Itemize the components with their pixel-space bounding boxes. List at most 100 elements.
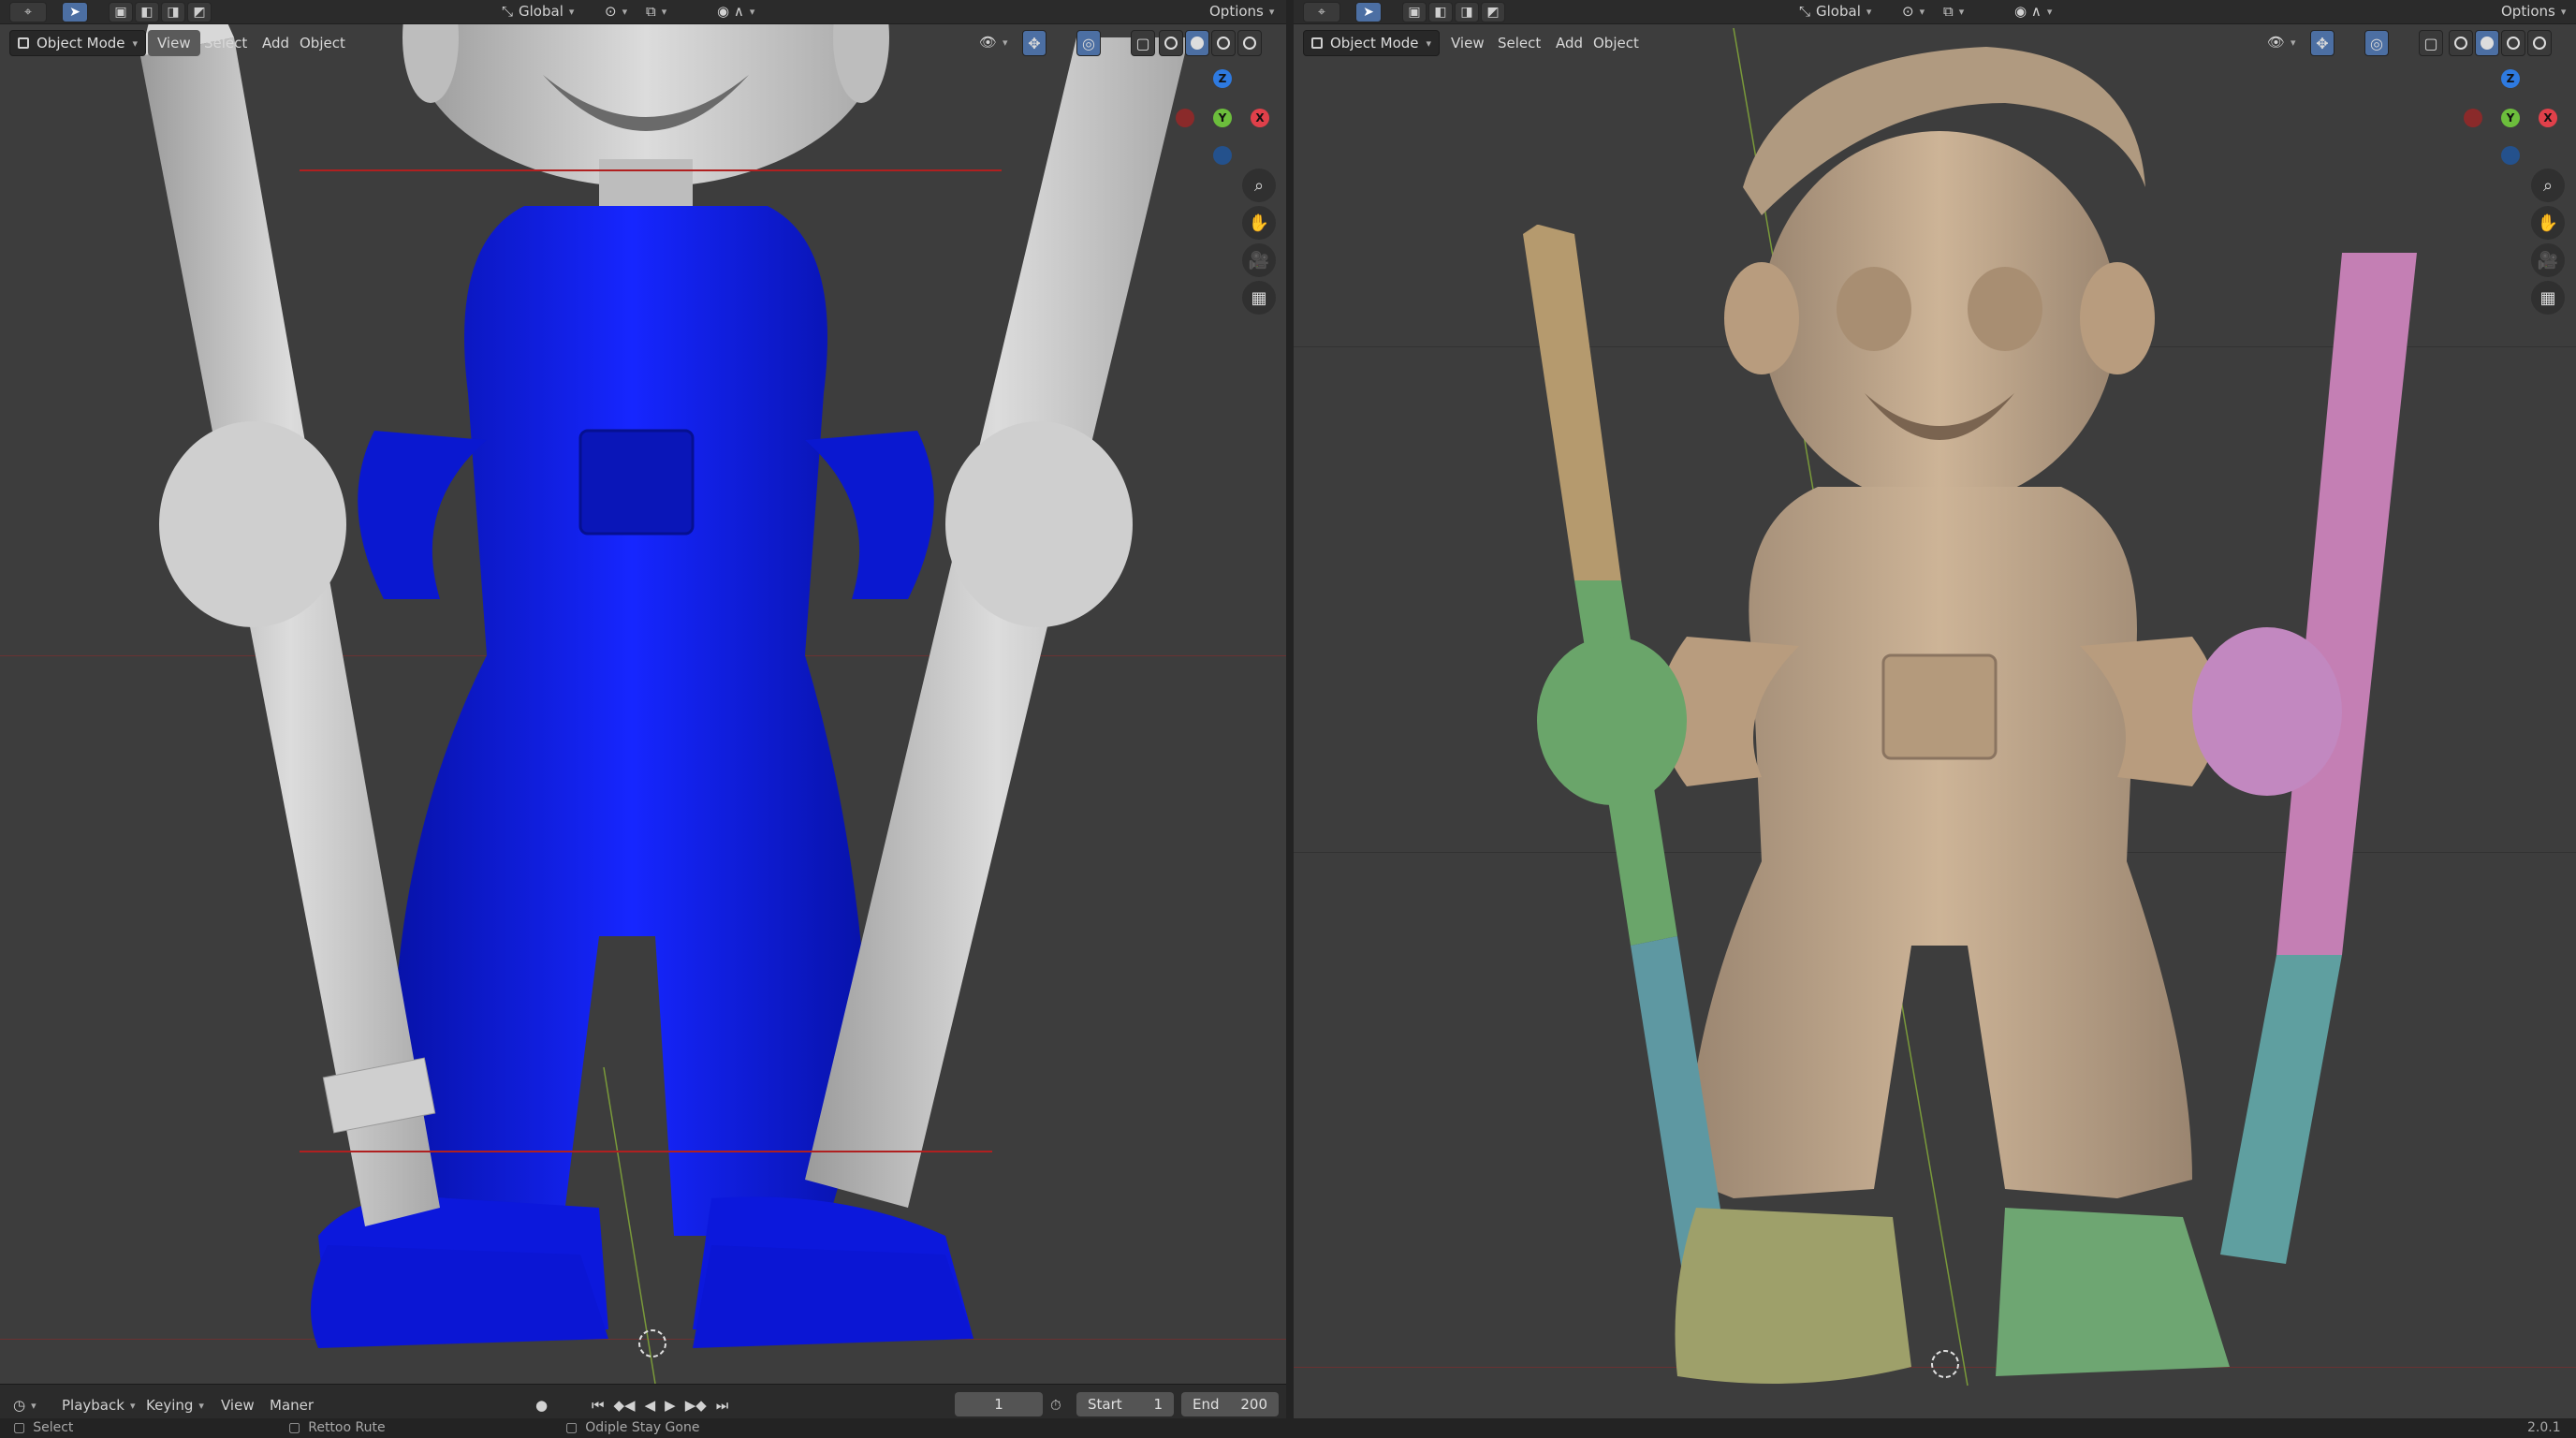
menu-select[interactable]: Select — [1488, 30, 1550, 56]
shading-solid[interactable] — [1185, 30, 1209, 56]
select-tool-button[interactable]: ➤ — [62, 2, 88, 22]
next-keyframe-icon[interactable]: ▶◆ — [685, 1397, 707, 1414]
shading-solid[interactable] — [2475, 30, 2499, 56]
overlay-toggle[interactable]: ◎ — [1076, 30, 1101, 56]
axis-z[interactable]: Z — [1213, 69, 1232, 88]
shading-rendered[interactable] — [2527, 30, 2552, 56]
proportional-edit-dropdown[interactable]: ◉ ∧ ▾ — [2014, 3, 2052, 20]
visibility-dropdown[interactable]: 👁 ▾ — [2267, 34, 2296, 51]
gizmo-toggle[interactable]: ✥ — [1022, 30, 1046, 56]
select-extend-button[interactable]: ◧ — [1428, 2, 1453, 22]
xray-icon: ▢ — [2423, 34, 2438, 52]
play-reverse-icon[interactable]: ◀ — [645, 1397, 656, 1414]
options-dropdown[interactable]: Options ▾ — [2501, 3, 2566, 20]
select-intersect-button[interactable]: ◩ — [1481, 2, 1505, 22]
gizmo-icon: ✥ — [2316, 34, 2329, 52]
select-subtract-icon: ◨ — [1460, 5, 1473, 20]
select-box-button[interactable]: ▣ — [109, 2, 133, 22]
mode-dropdown[interactable]: Object Mode ▾ — [9, 30, 147, 56]
shading-wireframe[interactable] — [2449, 30, 2473, 56]
axis-x[interactable]: X — [2539, 109, 2557, 127]
axis-neg-z[interactable] — [1213, 146, 1232, 165]
xray-toggle[interactable]: ▢ — [1131, 30, 1155, 56]
shading-rendered[interactable] — [1237, 30, 1262, 56]
jump-end-icon[interactable]: ⏭ — [716, 1397, 729, 1414]
menu-marker[interactable]: Maner — [270, 1392, 314, 1418]
wireframe-icon — [2454, 37, 2467, 50]
prev-keyframe-icon[interactable]: ◆◀ — [614, 1397, 636, 1414]
current-frame-field[interactable]: 1 — [955, 1392, 1043, 1416]
menu-playback[interactable]: Playback ▾ — [62, 1392, 135, 1418]
axis-neg-z[interactable] — [2501, 146, 2520, 165]
menu-select[interactable]: Select — [195, 30, 256, 56]
end-frame-field[interactable]: End 200 — [1181, 1392, 1279, 1416]
menu-view[interactable]: View — [1442, 30, 1494, 56]
cursor-icon: ➤ — [1363, 5, 1374, 20]
play-icon[interactable]: ▶ — [665, 1397, 676, 1414]
menu-timeline-view[interactable]: View — [221, 1392, 255, 1418]
snap-dropdown[interactable]: ⧉ ▾ — [646, 3, 666, 20]
perspective-tool[interactable]: ▦ — [2531, 281, 2565, 315]
axis-y[interactable]: Y — [1213, 109, 1232, 127]
start-frame-field[interactable]: Start 1 — [1076, 1392, 1174, 1416]
chevron-down-icon: ▾ — [31, 1399, 37, 1412]
mode-dropdown[interactable]: Object Mode ▾ — [1303, 30, 1441, 56]
camera-tool[interactable]: 🎥 — [2531, 243, 2565, 277]
overlay-toggle[interactable]: ◎ — [2364, 30, 2389, 56]
preview-range-toggle[interactable]: ⏱ — [1050, 1392, 1061, 1418]
shading-wireframe[interactable] — [1159, 30, 1183, 56]
shading-material[interactable] — [2501, 30, 2525, 56]
eye-icon: 👁 — [2267, 34, 2286, 51]
pivot-dropdown[interactable]: ⊙ ▾ — [1902, 3, 1925, 20]
axis-x[interactable]: X — [1251, 109, 1269, 127]
shading-mode-group — [2449, 30, 2552, 56]
menu-view[interactable]: View — [148, 30, 200, 56]
editor-type-button[interactable]: ⌖ — [9, 2, 47, 22]
axis-z[interactable]: Z — [2501, 69, 2520, 88]
gizmo-toggle[interactable]: ✥ — [2310, 30, 2334, 56]
axis-y[interactable]: Y — [2501, 109, 2520, 127]
menu-object[interactable]: Object — [1584, 30, 1648, 56]
visibility-dropdown[interactable]: 👁 ▾ — [979, 34, 1008, 51]
record-button[interactable]: ● — [535, 1392, 548, 1418]
right-viewport[interactable]: ⌖ ➤ ▣ ◧ ◨ ◩ ⤡ Global ▾ ⊙ ▾ ⧉ ▾ ◉ ∧ ▾ Options ▾… — [1294, 0, 2576, 1418]
axis-neg-x[interactable] — [2464, 109, 2482, 127]
orientation-dropdown[interactable]: ⤡ Global ▾ — [502, 3, 574, 20]
orientation-dropdown[interactable]: ⤡ Global ▾ — [1799, 3, 1871, 20]
area-divider[interactable] — [1286, 0, 1294, 1418]
pan-tool[interactable]: ✋ — [1242, 206, 1276, 240]
jump-start-icon[interactable]: ⏮ — [592, 1397, 605, 1414]
xray-icon: ▢ — [1135, 34, 1150, 52]
menu-object[interactable]: Object — [290, 30, 355, 56]
status-middle: ▢ Rettoo Rute — [288, 1420, 386, 1435]
snap-icon: ⧉ — [1943, 3, 1954, 20]
select-subtract-button[interactable]: ◨ — [161, 2, 185, 22]
proportional-icon: ◉ ∧ — [717, 3, 744, 20]
options-dropdown[interactable]: Options ▾ — [1209, 3, 1274, 20]
navigation-gizmo[interactable]: Z Y X — [1176, 66, 1279, 169]
select-box-button[interactable]: ▣ — [1402, 2, 1427, 22]
camera-tool[interactable]: 🎥 — [1242, 243, 1276, 277]
pivot-dropdown[interactable]: ⊙ ▾ — [605, 3, 627, 20]
select-subtract-button[interactable]: ◨ — [1455, 2, 1479, 22]
perspective-tool[interactable]: ▦ — [1242, 281, 1276, 315]
xray-toggle[interactable]: ▢ — [2419, 30, 2443, 56]
timeline-editor-type[interactable]: ◷ ▾ — [13, 1392, 37, 1418]
chevron-down-icon: ▾ — [1866, 5, 1872, 18]
zoom-tool[interactable]: ⌕ — [1242, 169, 1276, 202]
cursor-icon: ➤ — [69, 5, 80, 20]
zoom-tool[interactable]: ⌕ — [2531, 169, 2565, 202]
menu-keying[interactable]: Keying ▾ — [146, 1392, 204, 1418]
snap-dropdown[interactable]: ⧉ ▾ — [1943, 3, 1964, 20]
pan-tool[interactable]: ✋ — [2531, 206, 2565, 240]
navigation-gizmo[interactable]: Z Y X — [2464, 66, 2567, 169]
shading-material[interactable] — [1211, 30, 1236, 56]
proportional-edit-dropdown[interactable]: ◉ ∧ ▾ — [717, 3, 754, 20]
stopwatch-icon: ⏱ — [1050, 1397, 1061, 1414]
select-tool-button[interactable]: ➤ — [1355, 2, 1382, 22]
axis-neg-x[interactable] — [1176, 109, 1194, 127]
editor-type-button[interactable]: ⌖ — [1303, 2, 1340, 22]
select-extend-button[interactable]: ◧ — [135, 2, 159, 22]
left-viewport[interactable]: ⌖ ➤ ▣ ◧ ◨ ◩ ⤡ Global ▾ ⊙ ▾ ⧉ ▾ ◉ ∧ ▾ Options ▾… — [0, 0, 1286, 1384]
select-intersect-button[interactable]: ◩ — [187, 2, 212, 22]
